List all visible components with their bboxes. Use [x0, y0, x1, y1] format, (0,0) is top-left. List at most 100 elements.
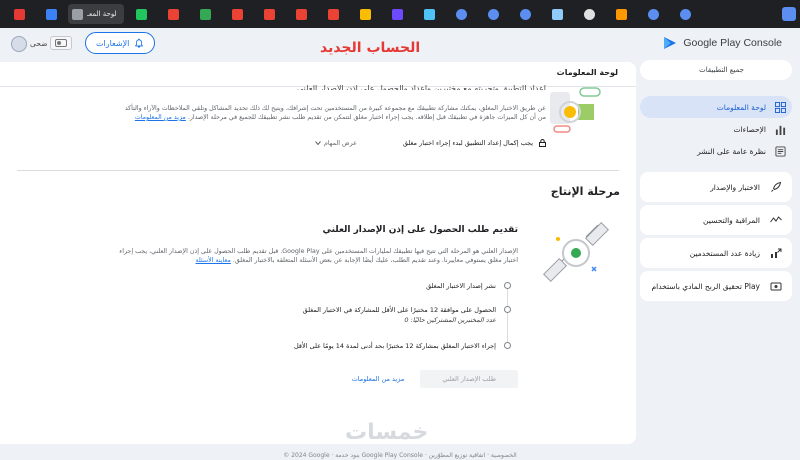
learn-more-link[interactable]: مزيد من المعلومات [135, 114, 186, 121]
browser-tab[interactable] [670, 4, 700, 24]
brand-name: Google Play Console [683, 37, 782, 49]
main-panel: لوحة المعلومات إعداد التطبيق وتجربته مع … [0, 62, 636, 444]
production-stage-title: مرحلة الإنتاج [550, 185, 620, 198]
production-access-title: تقديم طلب الحصول على إذن الإصدار العلني [322, 225, 519, 235]
sidebar-item-dashboard[interactable]: لوحة المعلومات [640, 96, 792, 118]
browser-tab[interactable] [350, 4, 380, 24]
chevron-down-icon [315, 141, 321, 146]
production-access-description: الإصدار العلني هو المرحلة التي تتيح فيها… [118, 247, 518, 265]
step-text-main: الحصول على موافقة 12 مختبرًا على الأقل ل… [302, 306, 496, 314]
preview-questions-link[interactable]: معاينة الأسئلة [196, 257, 231, 264]
checklist-item: نشر إصدار الاختبار المغلق [426, 281, 511, 291]
gmail-icon [263, 8, 275, 20]
apply-production-button[interactable]: طلب الإصدار العلني [420, 370, 518, 388]
production-access-text: الإصدار العلني هو المرحلة التي تتيح فيها… [119, 248, 518, 264]
browser-tab[interactable] [382, 4, 412, 24]
chrome-icon [13, 8, 25, 20]
browser-tab[interactable] [4, 4, 34, 24]
monetize-icon [770, 282, 782, 291]
play-icon [45, 8, 57, 20]
browser-tab[interactable] [574, 4, 604, 24]
testing-illustration-icon [550, 87, 601, 133]
lock-icon [539, 139, 546, 147]
new-account-label: الحساب الجديد [320, 40, 421, 56]
production-actions: مزيد من المعلومات طلب الإصدار العلني [352, 370, 518, 388]
browser-tab[interactable] [222, 4, 252, 24]
chrome-icon [679, 8, 691, 20]
rocket-icon [771, 181, 782, 192]
gmail-icon [167, 8, 179, 20]
sidebar-card-label: المراقبة والتحسين [703, 215, 760, 225]
screen-icon [551, 8, 563, 20]
sidebar-card-testing-release[interactable]: الاختبار والإصدار [640, 172, 792, 202]
theme-toggle[interactable]: ضحى [30, 34, 73, 52]
gem-icon [423, 8, 435, 20]
active-tab-label: لوحة المعـ [87, 10, 117, 18]
theme-switch-icon [50, 36, 73, 50]
browser-tab[interactable] [414, 4, 444, 24]
browser-tab[interactable] [190, 4, 220, 24]
satellite-illustration-icon [542, 221, 610, 283]
shield-icon [391, 8, 403, 20]
gmail-icon [295, 8, 307, 20]
app-header: ضحى الإشعارات الحساب الجديد Google Play … [0, 28, 800, 60]
sidebar-card-monitor-improve[interactable]: المراقبة والتحسين [640, 205, 792, 235]
browser-tab[interactable] [446, 4, 476, 24]
browser-tab[interactable] [478, 4, 508, 24]
section-title-clipped: إعداد التطبيق وتجربته مع مختبرين وإعداد … [297, 84, 546, 90]
browser-tab[interactable] [318, 4, 348, 24]
play-icon [199, 8, 211, 20]
closed-testing-text: عن طريق الاختبار المغلق، يمكنك مشاركة تط… [124, 105, 546, 121]
view-tasks-button[interactable]: عرض المهام [315, 140, 357, 147]
notifications-button[interactable]: الإشعارات [85, 32, 156, 54]
theme-label: ضحى [30, 38, 48, 48]
sidebar-card-label: الاختبار والإصدار [710, 182, 760, 192]
browser-tab[interactable] [126, 4, 156, 24]
grow-icon [771, 248, 782, 258]
learn-more-button[interactable]: مزيد من المعلومات [352, 375, 405, 383]
closed-testing-description: عن طريق الاختبار المغلق، يمكنك مشاركة تط… [116, 104, 546, 122]
step-subtext: عدد المختبرين المشتركين حاليًا: 0 [404, 316, 496, 324]
sidebar-item-label: لوحة المعلومات [716, 102, 766, 112]
footer: © 2024 Google · بنود خدمة Google Play Co… [283, 452, 517, 459]
sidebar-card-label: زيادة عدد المستخدمين [689, 248, 760, 258]
play-icon [135, 8, 147, 20]
browser-tab[interactable] [638, 4, 668, 24]
browser-tab[interactable] [254, 4, 284, 24]
sidebar-card-grow-users[interactable]: زيادة عدد المستخدمين [640, 238, 792, 268]
account-avatar[interactable] [11, 36, 27, 52]
browser-tab[interactable] [36, 4, 66, 24]
sidebar-card-monetize[interactable]: تحقيق الربح المادي باستخدام Play [640, 271, 792, 301]
gmail-icon [327, 8, 339, 20]
chrome-icon [455, 8, 467, 20]
sidebar-item-statistics[interactable]: الإحصاءات [640, 118, 792, 140]
tab-menu-icon[interactable] [782, 7, 796, 21]
page-title: لوحة المعلومات [556, 68, 618, 77]
gmail-icon [231, 8, 243, 20]
view-tasks-label: عرض المهام [323, 139, 357, 147]
step-circle-icon [504, 342, 511, 349]
sidebar: جميع التطبيقات لوحة المعلومات الإحصاءات … [635, 60, 800, 460]
all-apps-button[interactable]: جميع التطبيقات [640, 60, 792, 80]
watermark: خمسات [345, 420, 429, 445]
browser-tab-active[interactable]: لوحة المعـ [68, 4, 124, 24]
browser-tab[interactable] [542, 4, 572, 24]
brand[interactable]: Google Play Console [662, 35, 782, 51]
doc-icon [359, 8, 371, 20]
browser-tab-strip: لوحة المعـ [0, 0, 800, 28]
sidebar-card-label: تحقيق الربح المادي باستخدام Play [651, 281, 761, 291]
browser-tab[interactable] [158, 4, 188, 24]
trend-icon [770, 216, 782, 223]
film-icon [615, 8, 627, 20]
browser-tab[interactable] [510, 4, 540, 24]
all-apps-label: جميع التطبيقات [699, 66, 744, 74]
browser-tab[interactable] [286, 4, 316, 24]
browser-tab[interactable] [606, 4, 636, 24]
step-circle-icon [504, 306, 511, 313]
step-text: الحصول على موافقة 12 مختبرًا على الأقل ل… [303, 305, 496, 325]
notifications-label: الإشعارات [96, 38, 130, 48]
bell-icon [135, 38, 144, 48]
sidebar-item-publishing[interactable]: نظرة عامة على النشر [640, 140, 792, 162]
sidebar-item-label: الإحصاءات [733, 124, 766, 134]
play-console-icon [72, 8, 83, 20]
